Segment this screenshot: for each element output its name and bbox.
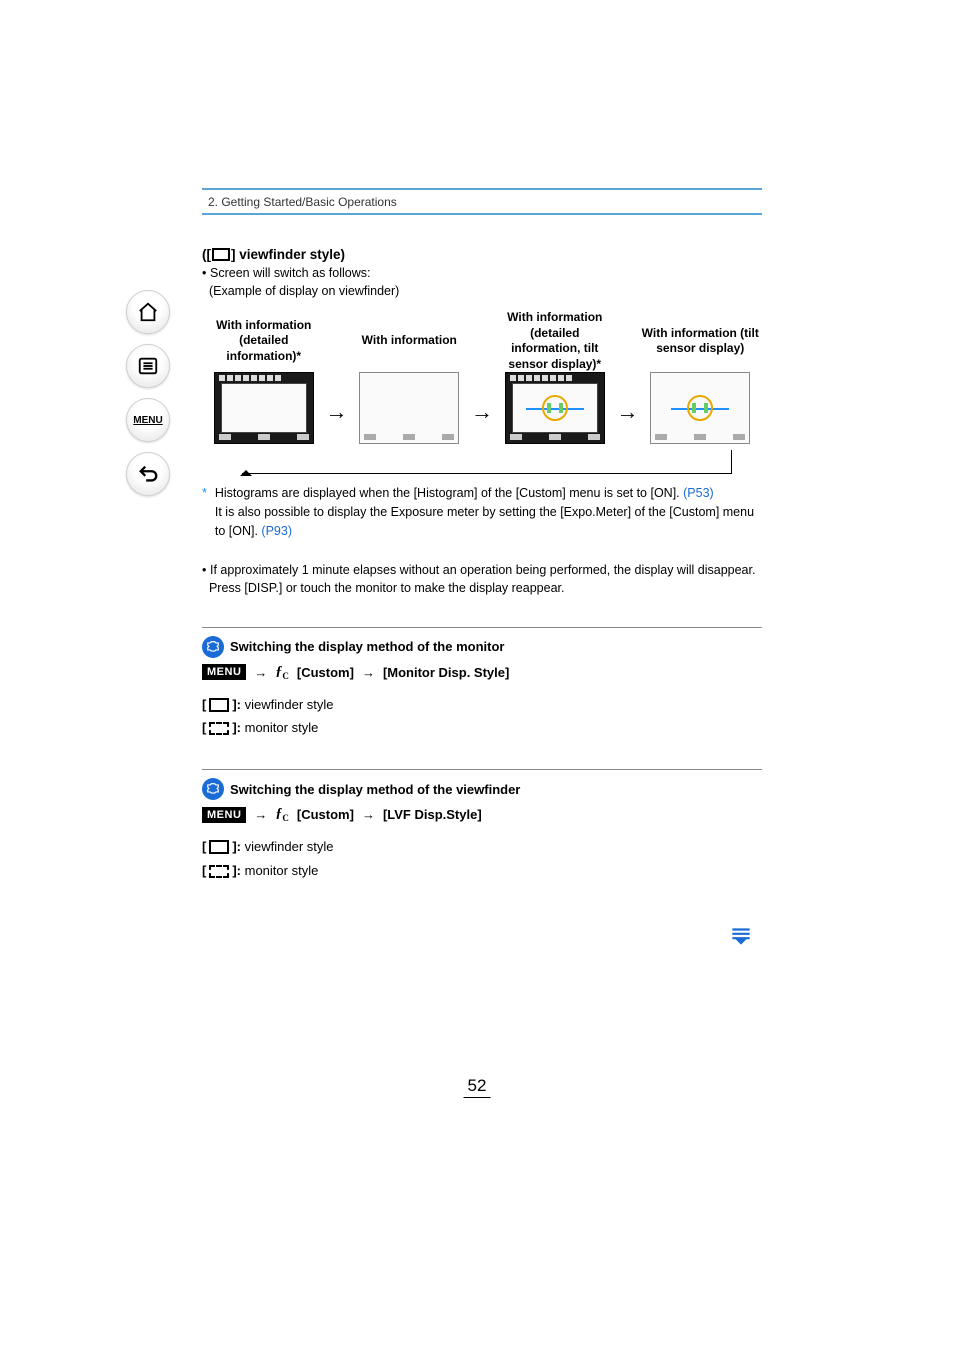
tip-icon: [202, 778, 224, 800]
divider: [202, 627, 762, 628]
intro-text: •Screen will switch as follows: (Example…: [202, 264, 762, 300]
monitor-style-icon: [209, 865, 229, 878]
tip1-opt1: viewfinder style: [241, 697, 333, 712]
menu-badge-icon: MENU: [202, 807, 246, 823]
display-cycle-diagram: With information (detailed information)*…: [202, 310, 762, 444]
nav-toc-icon[interactable]: [126, 344, 170, 388]
heading-prefix: ([: [202, 247, 211, 262]
viewfinder-frame-icon: [212, 248, 230, 261]
diagram-label-3: With information (detailed information, …: [493, 310, 617, 372]
tip2-path-item: [LVF Disp.Style]: [383, 807, 482, 822]
custom-menu-icon: ƒC: [275, 664, 289, 681]
sidebar-nav: MENU: [126, 290, 170, 506]
heading-suffix: ] viewfinder style): [231, 247, 345, 262]
intro-line2: (Example of display on viewfinder): [209, 284, 399, 298]
arrow-right-icon: →: [617, 399, 639, 425]
tip-monitor-heading: Switching the display method of the moni…: [202, 636, 762, 658]
tip1-path-custom: [Custom]: [297, 665, 354, 680]
note-line1: If approximately 1 minute elapses withou…: [210, 563, 755, 577]
tip1-title: Switching the display method of the moni…: [230, 639, 504, 654]
diagram-label-1: With information (detailed information)*: [202, 310, 326, 372]
tip2-options: []: viewfinder style []: monitor style: [202, 835, 762, 882]
tip1-path-item: [Monitor Disp. Style]: [383, 665, 509, 680]
nav-menu-icon[interactable]: MENU: [126, 398, 170, 442]
tip2-title: Switching the display method of the view…: [230, 782, 520, 797]
arrow-right-icon: →: [471, 399, 493, 425]
footnote-link-p93[interactable]: (P93): [261, 524, 292, 538]
divider: [202, 769, 762, 770]
diagram-thumb-2: [359, 372, 459, 444]
monitor-style-icon: [209, 722, 229, 735]
footnote-text1: Histograms are displayed when the [Histo…: [215, 486, 683, 500]
footnote-link-p53[interactable]: (P53): [683, 486, 714, 500]
diagram-label-4: With information (tilt sensor display): [639, 310, 763, 372]
chapter-header: 2. Getting Started/Basic Operations: [202, 188, 762, 215]
nav-back-icon[interactable]: [126, 452, 170, 496]
tip1-options: []: viewfinder style []: monitor style: [202, 693, 762, 740]
diagram-thumb-3: [505, 372, 605, 444]
tip1-opt2: monitor style: [241, 720, 318, 735]
footnote: * Histograms are displayed when the [His…: [202, 484, 762, 540]
viewfinder-style-icon: [209, 698, 229, 712]
footnote-text2: It is also possible to display the Expos…: [215, 505, 754, 538]
page-number: 52: [464, 1076, 491, 1098]
diagram-thumb-4: [650, 372, 750, 444]
custom-menu-icon: ƒC: [275, 806, 289, 823]
tip2-path-custom: [Custom]: [297, 807, 354, 822]
tip-viewfinder-heading: Switching the display method of the view…: [202, 778, 762, 800]
viewfinder-style-icon: [209, 840, 229, 854]
nav-home-icon[interactable]: [126, 290, 170, 334]
tip-icon: [202, 636, 224, 658]
tip2-opt1: viewfinder style: [241, 839, 333, 854]
viewfinder-style-heading: ([ ] viewfinder style): [202, 247, 762, 262]
arrow-right-icon: →: [326, 399, 348, 425]
chapter-text: 2. Getting Started/Basic Operations: [208, 195, 397, 209]
diagram-thumb-1: [214, 372, 314, 444]
tip2-menu-path: MENU → ƒC [Custom] → [LVF Disp.Style]: [202, 806, 762, 823]
continue-arrow-icon[interactable]: [728, 923, 754, 952]
footnote-star: *: [202, 484, 207, 540]
cycle-return-arrow: [242, 450, 732, 474]
diagram-label-2: With information: [348, 310, 472, 372]
timeout-note: •If approximately 1 minute elapses witho…: [202, 561, 762, 597]
tip1-menu-path: MENU → ƒC [Custom] → [Monitor Disp. Styl…: [202, 664, 762, 681]
tip2-opt2: monitor style: [241, 863, 318, 878]
menu-badge-icon: MENU: [202, 664, 246, 680]
note-line2: Press [DISP.] or touch the monitor to ma…: [209, 581, 565, 595]
intro-line1: Screen will switch as follows:: [210, 266, 370, 280]
